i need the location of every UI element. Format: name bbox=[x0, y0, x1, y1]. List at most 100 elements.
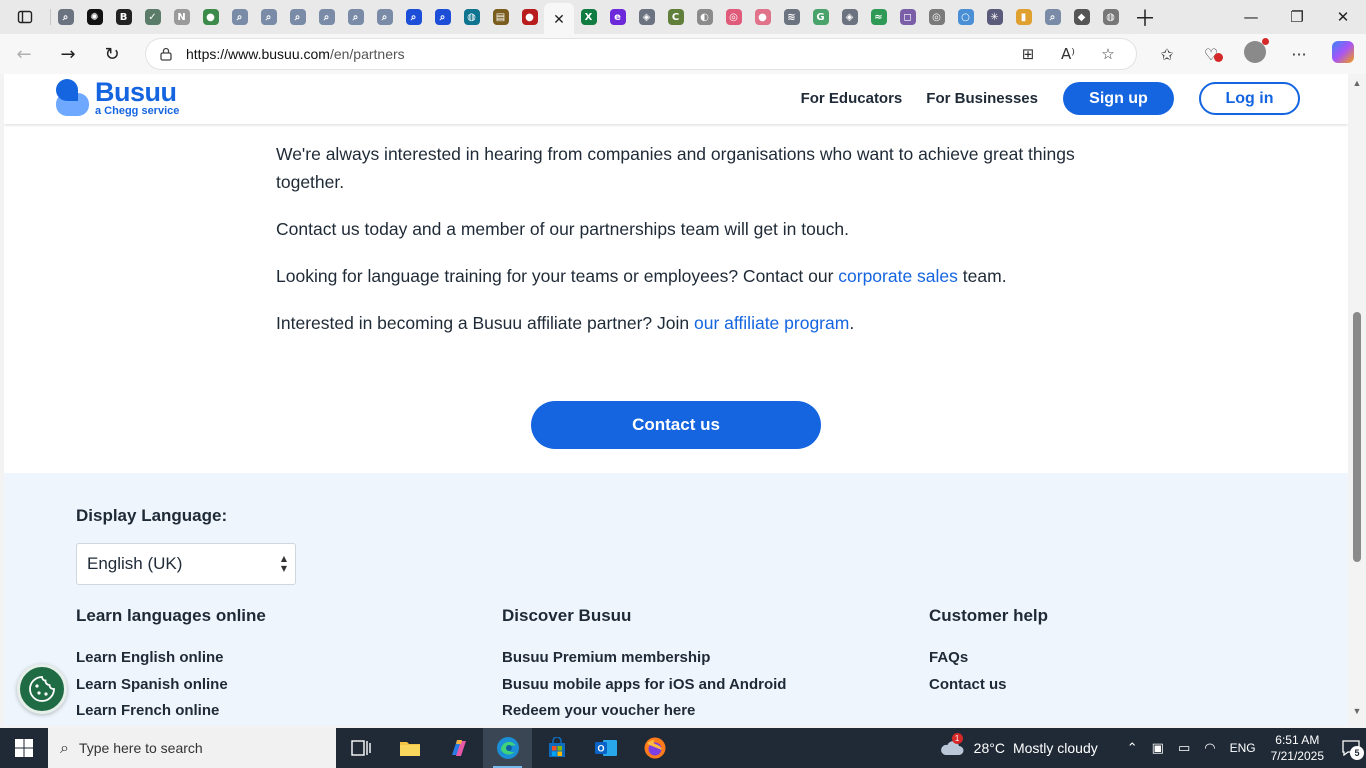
footer-link-faqs[interactable]: FAQs bbox=[929, 645, 1048, 672]
tab-after-14[interactable]: ✳ bbox=[980, 3, 1009, 31]
forward-button[interactable]: → bbox=[48, 38, 88, 70]
tab-before-5[interactable]: ● bbox=[196, 3, 225, 31]
tab-after-9[interactable]: ◈ bbox=[835, 3, 864, 31]
weather-description: Mostly cloudy bbox=[1012, 740, 1098, 756]
page-scrollbar[interactable]: ▲ ▼ bbox=[1348, 74, 1366, 726]
scroll-down-icon[interactable]: ▼ bbox=[1352, 706, 1362, 716]
read-aloud-icon[interactable]: A⁾ bbox=[1048, 45, 1088, 63]
fingerprint-icon: ◎ bbox=[928, 9, 945, 25]
corporate-sales-link[interactable]: corporate sales bbox=[838, 266, 958, 286]
footer-link-learn-english[interactable]: Learn English online bbox=[76, 645, 266, 672]
close-tab-icon[interactable]: ✕ bbox=[551, 12, 567, 28]
copilot-button[interactable] bbox=[1321, 41, 1365, 67]
clock[interactable]: 6:51 AM 7/21/2025 bbox=[1271, 732, 1324, 764]
tab-before-11[interactable]: ⌕ bbox=[370, 3, 399, 31]
tab-before-8[interactable]: ⌕ bbox=[283, 3, 312, 31]
tab-after-11[interactable]: ◻ bbox=[893, 3, 922, 31]
minimize-button[interactable]: — bbox=[1228, 0, 1274, 34]
store-app-button[interactable] bbox=[532, 728, 581, 768]
tab-after-1[interactable]: e bbox=[603, 3, 632, 31]
contact-us-button[interactable]: Contact us bbox=[531, 401, 821, 449]
display-language-select[interactable]: English (UK) ▲ ▼ bbox=[76, 543, 296, 585]
address-bar[interactable]: https://www.busuu.com/en/partners ⊞ A⁾ ☆ bbox=[145, 38, 1137, 70]
tab-before-2[interactable]: B bbox=[109, 3, 138, 31]
nav-for-educators[interactable]: For Educators bbox=[801, 90, 903, 107]
scrollbar-thumb[interactable] bbox=[1353, 312, 1361, 562]
weather-widget[interactable]: 1 28°C Mostly cloudy bbox=[938, 732, 1098, 760]
tab-after-7[interactable]: ≋ bbox=[777, 3, 806, 31]
meet-now-icon[interactable]: ▣ bbox=[1152, 741, 1164, 756]
tab-after-13[interactable]: ○ bbox=[951, 3, 980, 31]
footer-link-redeem-voucher[interactable]: Redeem your voucher here bbox=[502, 698, 786, 725]
tab-before-16[interactable]: ● bbox=[515, 3, 544, 31]
tab-after-4[interactable]: ◐ bbox=[690, 3, 719, 31]
notification-center-button[interactable]: 5 bbox=[1336, 728, 1366, 768]
input-language[interactable]: ENG bbox=[1230, 741, 1256, 755]
url-text[interactable]: https://www.busuu.com/en/partners bbox=[186, 46, 405, 62]
tab-before-3[interactable]: ✓ bbox=[138, 3, 167, 31]
edge-app-button[interactable] bbox=[483, 728, 532, 768]
tab-before-4[interactable]: N bbox=[167, 3, 196, 31]
settings-more-icon[interactable]: ··· bbox=[1277, 45, 1321, 64]
tab-before-7[interactable]: ⌕ bbox=[254, 3, 283, 31]
tab-after-5[interactable]: ◎ bbox=[719, 3, 748, 31]
favorite-star-icon[interactable]: ☆ bbox=[1088, 45, 1128, 63]
show-hidden-icons[interactable]: ⌃ bbox=[1127, 741, 1138, 756]
tab-active-busuu[interactable]: ✕ bbox=[544, 3, 574, 37]
scroll-up-icon[interactable]: ▲ bbox=[1352, 78, 1362, 88]
footer-link-learn-spanish[interactable]: Learn Spanish online bbox=[76, 672, 266, 699]
tab-after-3[interactable]: C bbox=[661, 3, 690, 31]
site-info-icon[interactable] bbox=[146, 47, 186, 61]
outlook-app-button[interactable]: O bbox=[581, 728, 630, 768]
search-icon: ⌕ bbox=[289, 9, 306, 25]
tab-after-17[interactable]: ◆ bbox=[1067, 3, 1096, 31]
cookie-settings-button[interactable] bbox=[17, 664, 67, 714]
task-view-button[interactable] bbox=[336, 728, 385, 768]
tab-after-0[interactable]: X bbox=[574, 3, 603, 31]
tab-actions-button[interactable] bbox=[0, 0, 50, 34]
tab-after-2[interactable]: ◈ bbox=[632, 3, 661, 31]
footer-link-mobile-apps[interactable]: Busuu mobile apps for iOS and Android bbox=[502, 672, 786, 699]
battery-icon[interactable]: ▭ bbox=[1178, 741, 1190, 756]
sign-up-button[interactable]: Sign up bbox=[1063, 82, 1174, 115]
tab-before-15[interactable]: ▤ bbox=[486, 3, 515, 31]
copilot-app-button[interactable] bbox=[434, 728, 483, 768]
refresh-button[interactable]: ↻ bbox=[92, 38, 132, 70]
busuu-logo[interactable]: Busuu a Chegg service bbox=[56, 79, 179, 117]
tab-before-12[interactable]: ⌕ bbox=[399, 3, 428, 31]
tab-after-15[interactable]: ▮ bbox=[1009, 3, 1038, 31]
tab-before-0[interactable]: ⌕ bbox=[51, 3, 80, 31]
tab-before-14[interactable]: ◍ bbox=[457, 3, 486, 31]
wifi-icon[interactable]: ◠ bbox=[1204, 741, 1215, 756]
taskbar-search[interactable]: ⌕ Type here to search bbox=[48, 728, 336, 768]
tab-before-13[interactable]: ⌕ bbox=[428, 3, 457, 31]
tab-after-18[interactable]: ◍ bbox=[1096, 3, 1125, 31]
firefox-app-button[interactable] bbox=[630, 728, 679, 768]
start-button[interactable] bbox=[0, 728, 48, 768]
tab-after-16[interactable]: ⌕ bbox=[1038, 3, 1067, 31]
tab-before-6[interactable]: ⌕ bbox=[225, 3, 254, 31]
nav-for-businesses[interactable]: For Businesses bbox=[926, 90, 1038, 107]
log-in-button[interactable]: Log in bbox=[1199, 82, 1300, 115]
browser-essentials-icon[interactable]: ♡ bbox=[1189, 45, 1233, 64]
tab-after-10[interactable]: ≈ bbox=[864, 3, 893, 31]
tab-after-12[interactable]: ◎ bbox=[922, 3, 951, 31]
tab-before-1[interactable]: ✺ bbox=[80, 3, 109, 31]
tab-before-10[interactable]: ⌕ bbox=[341, 3, 370, 31]
new-tab-button[interactable]: ＋ bbox=[1125, 0, 1165, 34]
back-button[interactable]: ← bbox=[4, 38, 44, 70]
footer-link-learn-french[interactable]: Learn French online bbox=[76, 698, 266, 725]
restore-button[interactable]: ❐ bbox=[1274, 0, 1320, 34]
tab-after-8[interactable]: G bbox=[806, 3, 835, 31]
affiliate-program-link[interactable]: our affiliate program bbox=[694, 313, 849, 333]
footer-link-contact-us[interactable]: Contact us bbox=[929, 672, 1048, 699]
close-window-button[interactable]: ✕ bbox=[1320, 0, 1366, 34]
tab-before-9[interactable]: ⌕ bbox=[312, 3, 341, 31]
window-controls: — ❐ ✕ bbox=[1228, 0, 1366, 34]
file-explorer-button[interactable] bbox=[385, 728, 434, 768]
favorites-icon[interactable]: ✩ bbox=[1145, 45, 1189, 64]
profile-button[interactable] bbox=[1233, 38, 1277, 67]
footer-link-premium[interactable]: Busuu Premium membership bbox=[502, 645, 786, 672]
app-available-icon[interactable]: ⊞ bbox=[1008, 45, 1048, 63]
tab-after-6[interactable]: ● bbox=[748, 3, 777, 31]
